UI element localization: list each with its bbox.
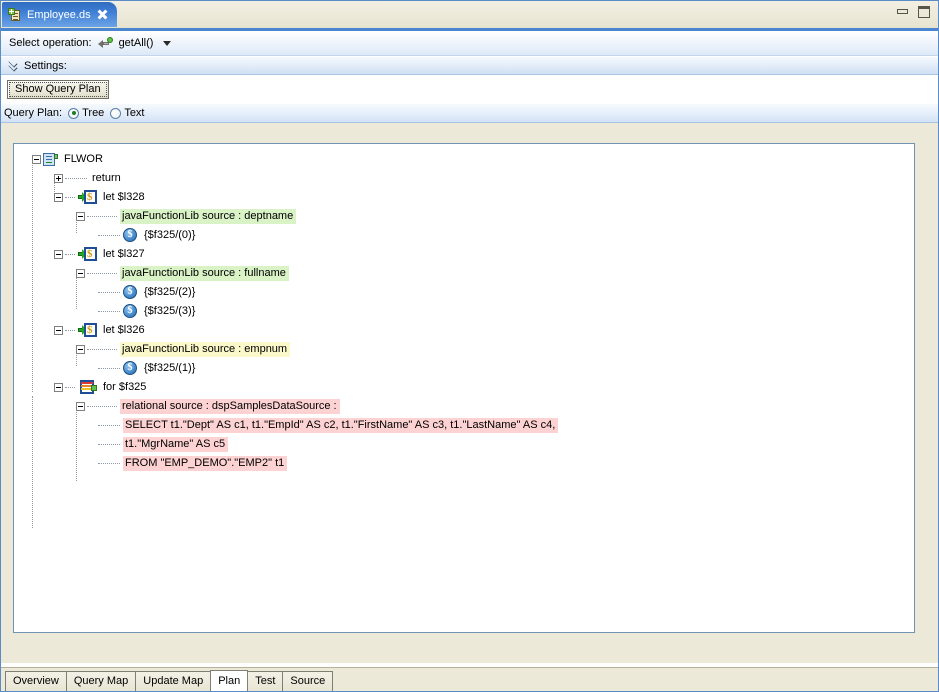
tree-node-flwor[interactable]: FLWOR bbox=[24, 150, 914, 169]
tab-query-map[interactable]: Query Map bbox=[65, 671, 137, 691]
tree-node-label: {$f325/(3)} bbox=[144, 305, 196, 317]
double-chevron-down-icon[interactable] bbox=[8, 61, 17, 71]
document-add-icon bbox=[8, 7, 22, 22]
tab-source[interactable]: Source bbox=[282, 671, 334, 691]
radio-tree-icon[interactable] bbox=[68, 107, 80, 119]
expander-minus-icon[interactable] bbox=[54, 250, 63, 259]
maximize-icon[interactable] bbox=[917, 6, 931, 18]
tree-node-label: t1."MgrName" AS c5 bbox=[123, 437, 229, 452]
settings-section-header[interactable]: Settings: bbox=[1, 56, 938, 75]
tree-node-sql-from[interactable]: FROM "EMP_DEMO"."EMP2" t1 bbox=[24, 454, 914, 473]
tree-node-label: {$f325/(1)} bbox=[144, 362, 196, 374]
select-operation-label: Select operation: bbox=[9, 37, 92, 49]
tree-node-let-l328[interactable]: $ let $l328 bbox=[24, 188, 914, 207]
tree-node-label: return bbox=[92, 172, 121, 184]
tree-node-label: javaFunctionLib source : empnum bbox=[120, 342, 291, 357]
for-icon bbox=[78, 380, 97, 395]
title-bar: Employee.ds bbox=[1, 1, 938, 28]
tree-node-javafunctionlib-fullname[interactable]: javaFunctionLib source : fullname bbox=[24, 264, 914, 283]
dollar-icon: $ bbox=[123, 361, 138, 376]
close-icon[interactable] bbox=[96, 8, 109, 21]
dollar-icon: $ bbox=[123, 228, 138, 243]
expander-minus-icon[interactable] bbox=[32, 155, 41, 164]
tree-node-label: FROM "EMP_DEMO"."EMP2" t1 bbox=[123, 456, 288, 471]
query-plan-option-text-label: Text bbox=[124, 107, 145, 119]
editor-window: Employee.ds Select operation: getAll() S… bbox=[0, 0, 939, 692]
tree-node-label: javaFunctionLib source : deptname bbox=[120, 209, 297, 224]
tab-test[interactable]: Test bbox=[247, 671, 284, 691]
tree-node-javafunctionlib-empnum[interactable]: javaFunctionLib source : empnum bbox=[24, 340, 914, 359]
tree-node-f325-1[interactable]: $ {$f325/(1)} bbox=[24, 359, 914, 378]
window-controls bbox=[896, 6, 931, 18]
tree-node-f325-3[interactable]: $ {$f325/(3)} bbox=[24, 302, 914, 321]
tree-node-label: let $l328 bbox=[103, 191, 145, 203]
tree-node-for-f325[interactable]: for $f325 bbox=[24, 378, 914, 397]
tree-node-label: relational source : dspSamplesDataSource… bbox=[120, 399, 340, 414]
tree-node-label: for $f325 bbox=[103, 381, 147, 393]
let-icon: $ bbox=[78, 190, 97, 205]
tab-overview[interactable]: Overview bbox=[5, 671, 67, 691]
query-plan-label: Query Plan: bbox=[4, 107, 63, 119]
tab-update-map[interactable]: Update Map bbox=[135, 671, 212, 691]
dollar-icon: $ bbox=[123, 285, 138, 300]
form-body: Select operation: getAll() Settings: Sho… bbox=[1, 31, 938, 123]
query-plan-row: Query Plan: Tree Text bbox=[1, 103, 938, 123]
dollar-icon: $ bbox=[123, 304, 138, 319]
tree-node-label: SELECT t1."Dept" AS c1, t1."EmpId" AS c2… bbox=[123, 418, 559, 433]
show-query-plan-button[interactable]: Show Query Plan bbox=[7, 79, 109, 99]
let-icon: $ bbox=[78, 323, 97, 338]
expander-plus-icon[interactable] bbox=[54, 174, 63, 183]
tree-node-label: let $l327 bbox=[103, 248, 145, 260]
show-query-plan-row: Show Query Plan bbox=[1, 75, 938, 103]
expander-minus-icon[interactable] bbox=[76, 402, 85, 411]
tree-node-f325-2[interactable]: $ {$f325/(2)} bbox=[24, 283, 914, 302]
radio-text-icon[interactable] bbox=[110, 107, 122, 119]
tree-node-label: FLWOR bbox=[64, 153, 103, 165]
expander-minus-icon[interactable] bbox=[54, 326, 63, 335]
let-icon: $ bbox=[78, 247, 97, 262]
expander-minus-icon[interactable] bbox=[76, 269, 85, 278]
bottom-tab-bar: Overview Query Map Update Map Plan Test … bbox=[1, 667, 938, 691]
editor-tab-employee-ds[interactable]: Employee.ds bbox=[2, 2, 117, 27]
settings-label: Settings: bbox=[24, 59, 67, 72]
editor-tab-label: Employee.ds bbox=[27, 8, 91, 21]
operation-value[interactable]: getAll() bbox=[119, 37, 154, 49]
tree-node-label: {$f325/(0)} bbox=[144, 229, 196, 241]
tree-node-let-l327[interactable]: $ let $l327 bbox=[24, 245, 914, 264]
tree-node-f325-0[interactable]: $ {$f325/(0)} bbox=[24, 226, 914, 245]
expander-minus-icon[interactable] bbox=[76, 345, 85, 354]
minimize-icon[interactable] bbox=[896, 6, 910, 18]
query-plan-option-tree[interactable]: Tree bbox=[68, 107, 104, 119]
tree-node-return[interactable]: return bbox=[24, 169, 914, 188]
tree-node-relational-source[interactable]: relational source : dspSamplesDataSource… bbox=[24, 397, 914, 416]
expander-minus-icon[interactable] bbox=[76, 212, 85, 221]
select-operation-row: Select operation: getAll() bbox=[1, 31, 938, 56]
operation-arrow-icon bbox=[97, 36, 113, 50]
expander-minus-icon[interactable] bbox=[54, 193, 63, 202]
tree-node-label: {$f325/(2)} bbox=[144, 286, 196, 298]
query-plan-option-tree-label: Tree bbox=[82, 107, 105, 119]
query-plan-option-text[interactable]: Text bbox=[110, 107, 145, 119]
tree-node-label: let $l326 bbox=[103, 324, 145, 336]
expander-minus-icon[interactable] bbox=[54, 383, 63, 392]
tree-node-javafunctionlib-deptname[interactable]: javaFunctionLib source : deptname bbox=[24, 207, 914, 226]
tree-node-sql-select[interactable]: SELECT t1."Dept" AS c1, t1."EmpId" AS c2… bbox=[24, 416, 914, 435]
flwor-icon bbox=[43, 152, 58, 167]
tree-node-label: javaFunctionLib source : fullname bbox=[120, 266, 289, 281]
tree-root: FLWOR return $ let $l328 javaFunctionLib… bbox=[14, 144, 914, 528]
chevron-down-icon[interactable] bbox=[163, 40, 172, 46]
query-plan-tree-panel[interactable]: FLWOR return $ let $l328 javaFunctionLib… bbox=[13, 143, 915, 633]
tree-node-sql-mgrname[interactable]: t1."MgrName" AS c5 bbox=[24, 435, 914, 454]
tree-node-let-l326[interactable]: $ let $l326 bbox=[24, 321, 914, 340]
tab-plan[interactable]: Plan bbox=[210, 670, 249, 691]
